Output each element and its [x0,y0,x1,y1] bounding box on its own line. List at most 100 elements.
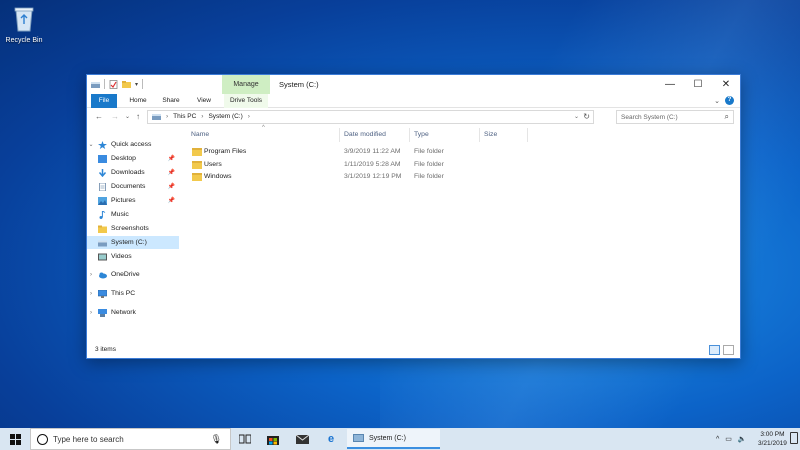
forward-arrow-icon[interactable]: → [111,112,119,121]
nav-item-system-c[interactable]: System (C:) [87,236,179,249]
up-arrow-icon[interactable]: ↑ [136,112,140,121]
file-date: 3/9/2019 11:22 AM [344,148,401,155]
customize-toolbar-icon[interactable]: ▾ [135,81,138,88]
file-type: File folder [414,160,444,168]
table-row[interactable]: Program Files 3/9/2019 11:22 AM File fol… [191,146,611,158]
volume-icon[interactable]: 🔈 [738,435,747,443]
column-divider[interactable] [527,128,528,142]
nav-item-desktop[interactable]: Desktop 📌 [87,152,179,165]
column-header-size[interactable]: Size [484,131,497,138]
status-bar: 3 items [87,342,740,358]
table-row[interactable]: Windows 3/1/2019 12:19 PM File folder [191,171,611,183]
column-divider[interactable] [409,128,410,142]
chevron-down-icon[interactable]: ⌄ [87,141,95,148]
mail-icon[interactable] [288,430,316,448]
column-header-date-modified[interactable]: Date modified [344,131,386,138]
task-view-icon[interactable] [231,430,259,448]
recycle-bin-label: Recycle Bin [5,37,43,44]
desktop-folder-icon [98,154,107,163]
nav-item-label: Network [111,309,136,316]
chevron-right-icon: › [247,113,250,120]
pin-icon: 📌 [167,156,175,162]
nav-item-network[interactable]: › Network [87,306,179,319]
back-arrow-icon[interactable]: ← [95,112,103,121]
tab-share[interactable]: Share [158,94,184,108]
network-icon [98,308,107,317]
nav-item-label: Desktop [111,155,136,162]
tab-drive-tools[interactable]: Drive Tools [224,94,268,108]
column-header-name[interactable]: Name [191,131,209,138]
system-tray: ^ ▭ 🔈 [716,428,747,450]
recycle-bin-desktop-icon[interactable]: Recycle Bin [2,6,46,44]
download-arrow-icon [98,168,107,177]
search-box[interactable]: ⌕ [616,110,734,124]
action-center-icon[interactable] [790,432,798,444]
nav-item-this-pc[interactable]: › This PC [87,287,179,300]
nav-item-videos[interactable]: Videos [87,250,179,263]
cloud-icon [99,272,107,278]
nav-item-screenshots[interactable]: Screenshots [87,222,179,235]
minimize-button[interactable]: — [656,75,684,94]
toolbar-divider [104,79,105,89]
taskbar-search-placeholder: Type here to search [53,435,124,444]
nav-item-onedrive[interactable]: › OneDrive [87,268,179,281]
taskbar-search-box[interactable]: Type here to search 🎙 [30,428,231,450]
manage-contextual-tab[interactable]: Manage [222,75,270,94]
table-row[interactable]: Users 1/11/2019 5:28 AM File folder [191,159,611,171]
nav-item-label: This PC [111,290,136,297]
tab-view[interactable]: View [191,94,217,108]
nav-item-label: Pictures [111,197,136,204]
column-divider[interactable] [339,128,340,142]
close-button[interactable]: ✕ [712,75,740,94]
properties-icon[interactable] [109,79,118,89]
file-list: ^ Name Date modified Type Size Program F… [187,125,737,343]
show-hidden-icons-icon[interactable]: ^ [716,436,719,443]
nav-item-label: Downloads [111,169,145,176]
tab-home[interactable]: Home [125,94,151,108]
details-view-button[interactable] [709,345,720,355]
nav-item-downloads[interactable]: Downloads 📌 [87,166,179,179]
column-header-type[interactable]: Type [414,131,429,138]
address-dropdown-icon[interactable]: ⌄ [574,113,579,120]
column-divider[interactable] [479,128,480,142]
start-button[interactable] [0,428,30,450]
nav-item-quick-access[interactable]: ⌄ Quick access [87,138,179,151]
clock[interactable]: 3:00 PM 3/21/2019 [758,430,787,448]
microphone-icon[interactable]: 🎙 [211,434,222,445]
file-name: Windows [204,173,232,180]
recent-locations-icon[interactable]: ⌄ [125,113,130,120]
nav-item-label: Videos [111,253,132,260]
tab-file[interactable]: File [91,94,117,108]
cortana-icon [37,434,48,445]
network-tray-icon[interactable]: ▭ [725,435,732,443]
nav-item-music[interactable]: Music [87,208,179,221]
search-icon[interactable]: ⌕ [725,112,729,122]
folder-icon [192,173,202,181]
window-title: System (C:) [279,80,319,89]
chevron-right-icon[interactable]: › [87,272,95,278]
store-icon[interactable] [259,430,287,448]
expand-ribbon-icon[interactable]: ⌄ [714,97,720,105]
breadcrumb: › This PC › System (C:) › [152,113,250,120]
edge-browser-icon[interactable]: e [317,430,345,448]
new-folder-icon[interactable] [122,80,131,89]
search-input[interactable] [617,111,717,123]
crumb-this-pc[interactable]: This PC [173,113,196,120]
large-icons-view-button[interactable] [723,345,734,355]
title-bar[interactable]: ▾ Manage System (C:) — ☐ ✕ [87,75,740,94]
file-date: 3/1/2019 12:19 PM [344,173,402,180]
drive-icon [152,114,161,120]
chevron-right-icon[interactable]: › [87,291,95,297]
navigation-pane: ⌄ Quick access Desktop 📌 Downloads 📌 Doc… [87,128,183,343]
refresh-icon[interactable]: ↻ [583,112,590,121]
video-icon [98,253,107,260]
help-icon[interactable]: ? [725,96,734,105]
maximize-button[interactable]: ☐ [684,75,712,94]
nav-item-documents[interactable]: Documents 📌 [87,180,179,193]
drive-icon[interactable] [91,80,100,89]
chevron-right-icon[interactable]: › [87,310,95,316]
crumb-system-c[interactable]: System (C:) [208,113,242,120]
nav-item-pictures[interactable]: Pictures 📌 [87,194,179,207]
address-bar[interactable]: › This PC › System (C:) › ⌄ ↻ [147,110,594,124]
taskbar-file-explorer-button[interactable]: System (C:) [347,429,440,449]
